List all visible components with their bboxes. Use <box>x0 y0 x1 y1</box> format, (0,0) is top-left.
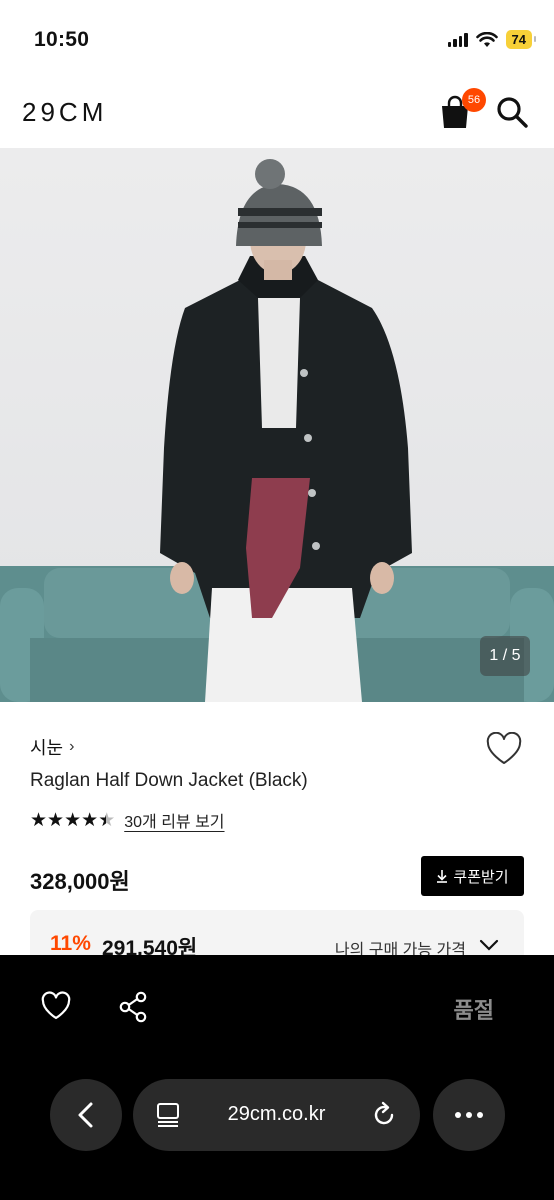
reload-icon[interactable] <box>370 1101 398 1129</box>
heart-icon[interactable] <box>40 991 72 1021</box>
rating-stars: ★ ★ ★ ★ ★ <box>30 809 115 832</box>
star-icon: ★ <box>30 809 47 831</box>
coupon-button[interactable]: 쿠폰받기 <box>421 856 524 896</box>
site-header: 29CM 56 <box>0 80 554 148</box>
status-icons: 74 <box>447 30 537 49</box>
sold-out-label: 품절 <box>453 998 494 1023</box>
product-name: Raglan Half Down Jacket (Black) <box>30 770 308 791</box>
download-icon <box>437 870 448 883</box>
share-icon[interactable] <box>118 991 148 1023</box>
chevron-down-icon <box>479 939 499 951</box>
back-button[interactable] <box>50 1079 122 1151</box>
brand-logo[interactable]: 29CM <box>22 97 107 128</box>
battery-indicator: 74 <box>505 30 537 49</box>
brand-link[interactable]: 시눈 › <box>30 734 74 760</box>
coupon-button-label: 쿠폰받기 <box>453 868 509 886</box>
discount-percent: 11% <box>50 932 91 955</box>
status-time: 10:50 <box>34 28 90 51</box>
search-icon[interactable] <box>494 94 530 130</box>
status-bar: 10:50 74 <box>0 0 554 80</box>
address-bar[interactable]: 29cm.co.kr <box>133 1079 420 1151</box>
image-counter: 1 / 5 <box>480 636 530 676</box>
star-icon: ★ <box>47 809 64 831</box>
more-button[interactable] <box>433 1079 505 1151</box>
cart-count-badge: 56 <box>462 88 486 112</box>
back-icon <box>78 1102 93 1128</box>
star-icon: ★ <box>81 809 98 831</box>
star-icon: ★ <box>64 809 81 831</box>
signal-icon <box>447 32 468 47</box>
more-icon <box>455 1112 483 1118</box>
brand-chevron-icon: › <box>69 738 75 755</box>
product-image[interactable]: 1 / 5 <box>0 148 554 702</box>
heart-icon[interactable] <box>485 732 523 766</box>
star-icon: ★ <box>98 809 115 831</box>
review-link[interactable]: 30개 리뷰 보기 <box>124 808 224 832</box>
product-price: 328,000원 <box>30 869 130 894</box>
rating-row: ★ ★ ★ ★ ★ 30개 리뷰 보기 <box>30 808 225 832</box>
product-photo <box>0 148 554 702</box>
wifi-icon <box>475 31 498 47</box>
brand-name: 시눈 <box>30 738 64 758</box>
bottom-action-bar: 품절 29cm.co.kr <box>0 955 554 1200</box>
